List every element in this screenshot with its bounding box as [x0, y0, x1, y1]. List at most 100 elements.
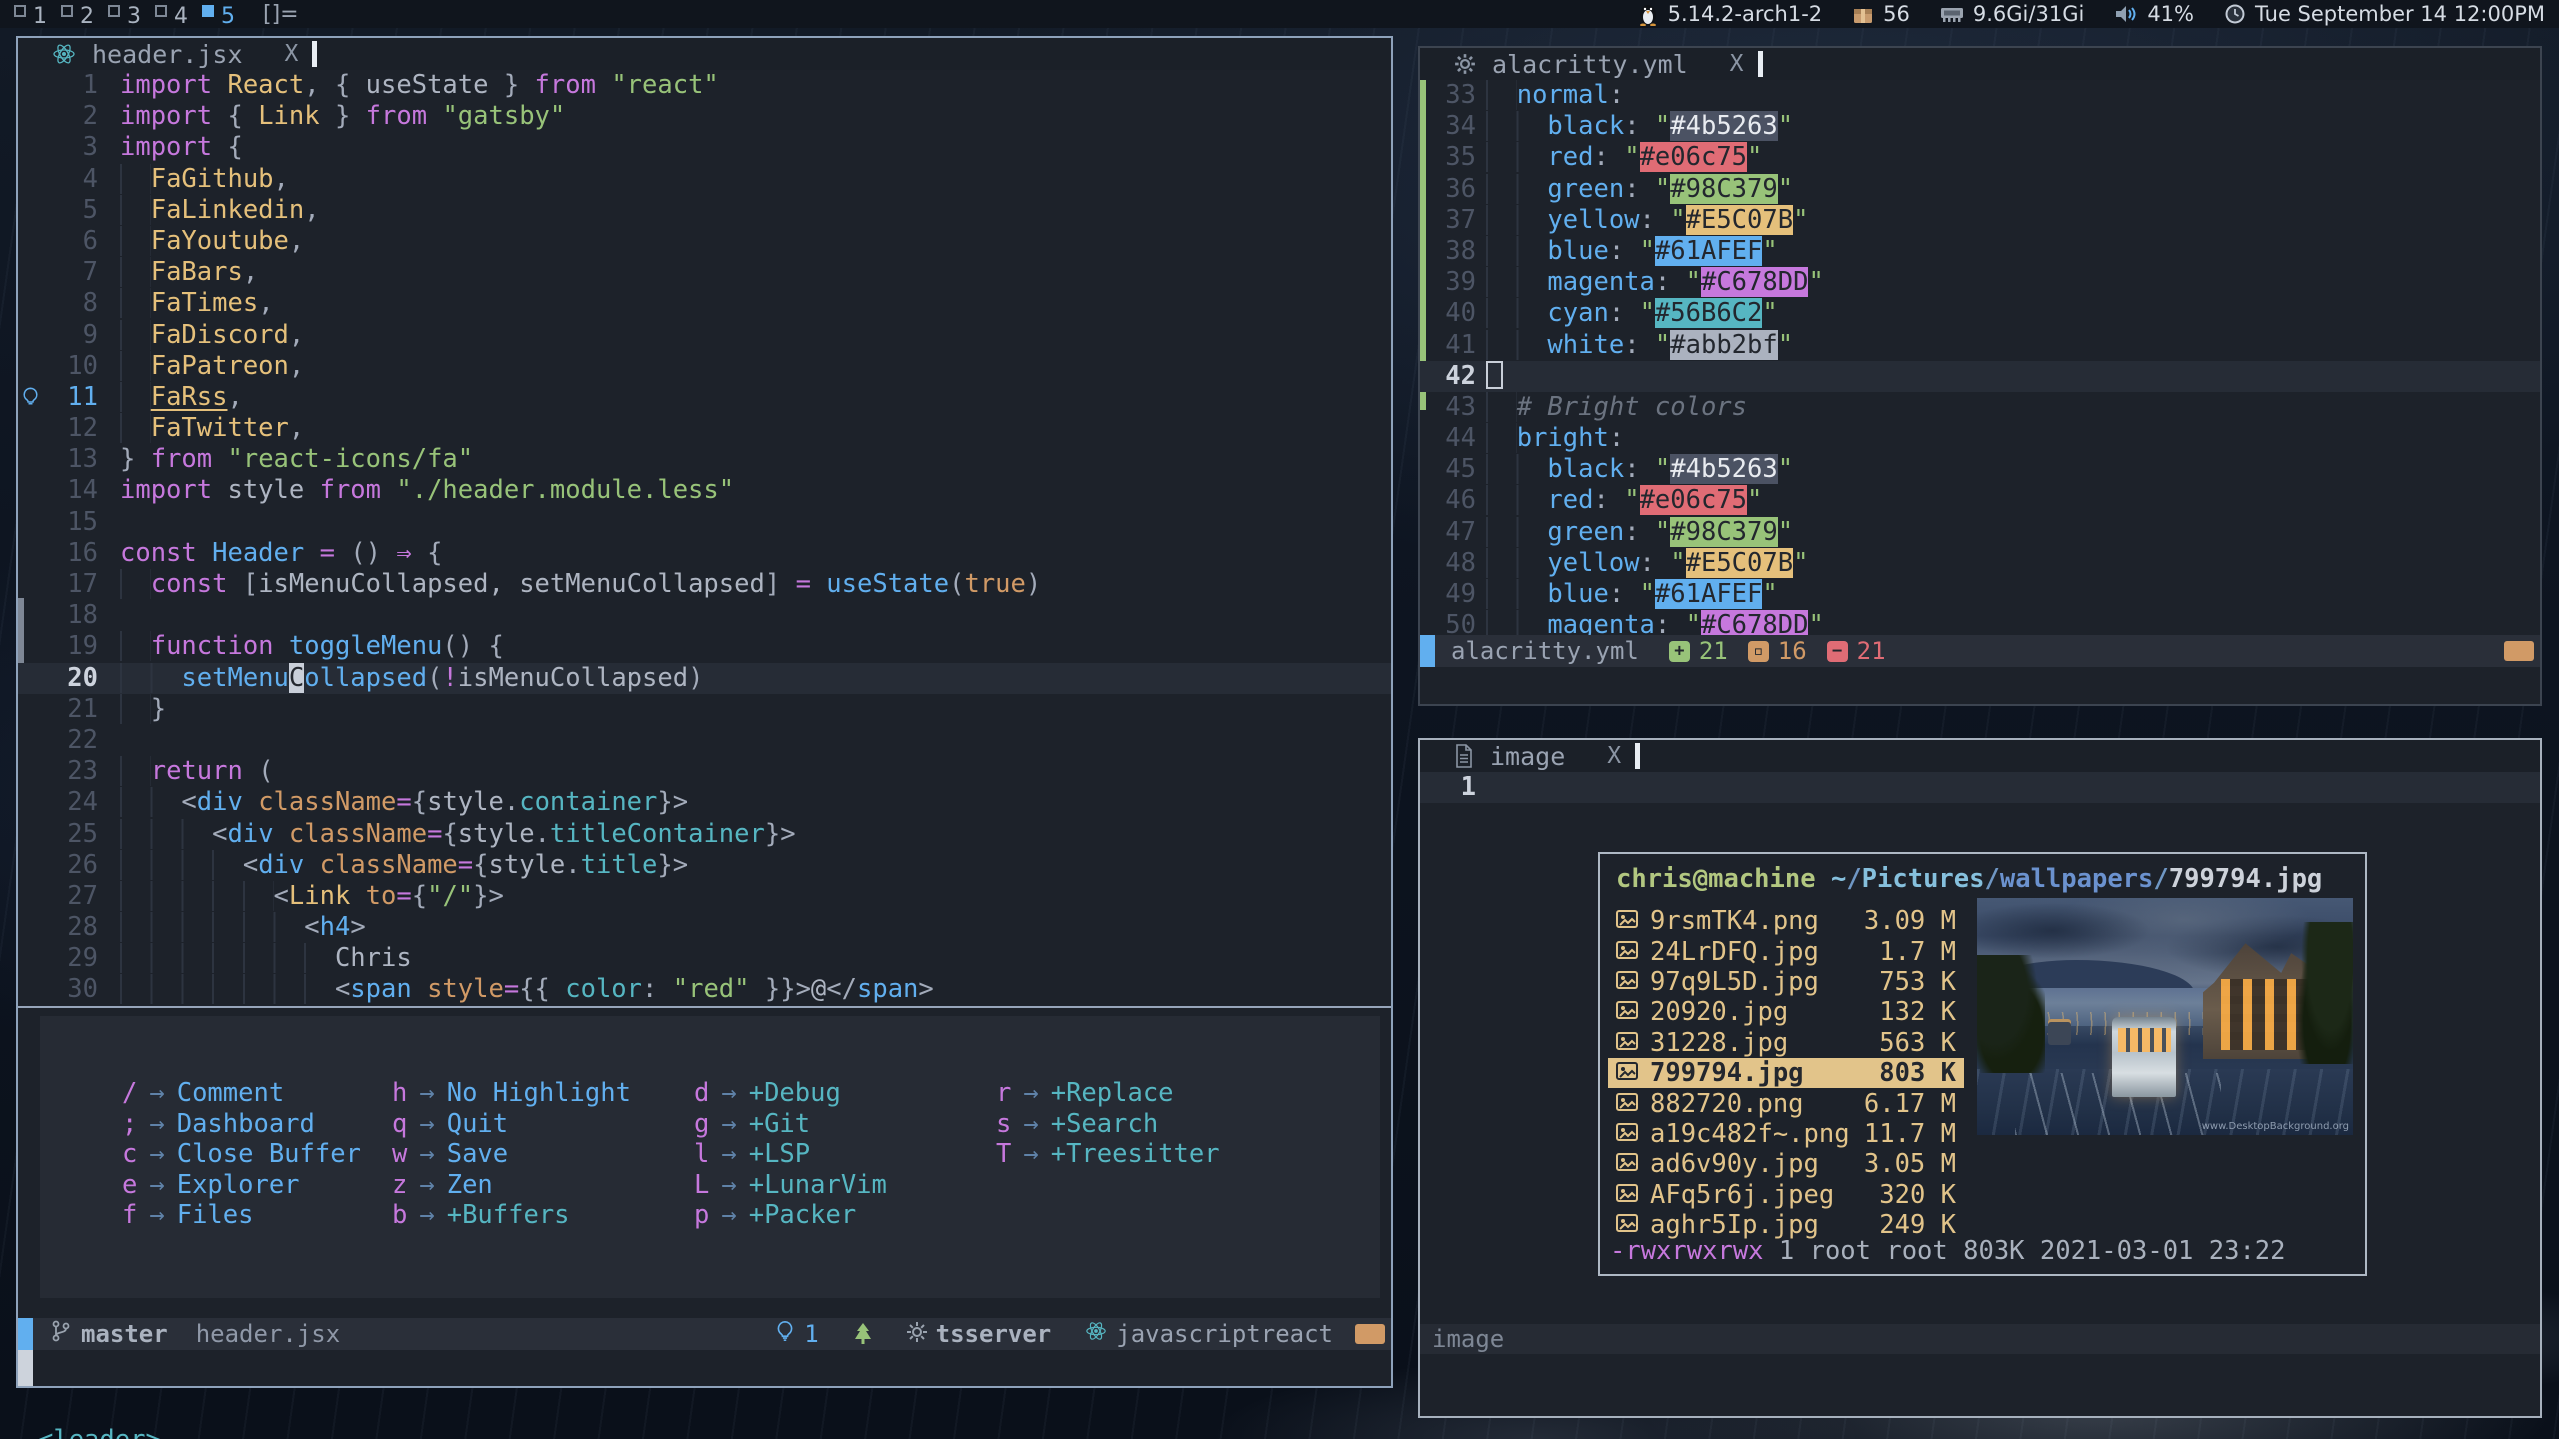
whichkey-binding--lunarvim[interactable]: L→+LunarVim [694, 1170, 887, 1201]
path-segment: 799794.jpg [2169, 864, 2323, 894]
whichkey-binding-save[interactable]: w→Save [392, 1139, 631, 1170]
line-number: 25 [42, 819, 98, 850]
code-line: 43 # Bright colors [1420, 392, 2540, 423]
file-row-20920.jpg[interactable]: 20920.jpg132 K [1608, 997, 1964, 1027]
whichkey-binding-zen[interactable]: z→Zen [392, 1170, 631, 1201]
close-icon[interactable]: X [1730, 51, 1744, 77]
sign-column [18, 101, 42, 132]
line-number: 2 [42, 101, 98, 132]
file-row-ad6v90y.jpg[interactable]: ad6v90y.jpg3.05 M [1608, 1149, 1964, 1179]
tab-image[interactable]: image X [1420, 740, 1635, 772]
editor-window-headerjsx[interactable]: header.jsx X 1import React, { useState }… [16, 36, 1393, 1388]
whichkey-binding-close-buffer[interactable]: c→Close Buffer [122, 1139, 361, 1170]
color-swatch: #4b5263 [1670, 454, 1777, 484]
sign-column [18, 475, 42, 506]
code-text: function toggleMenu() { [120, 631, 504, 662]
file-row-AFq5r6j.jpeg[interactable]: AFq5r6j.jpeg320 K [1608, 1180, 1964, 1210]
whichkey-binding--lsp[interactable]: l→+LSP [694, 1139, 887, 1170]
code-line: 8 FaTimes, [18, 288, 1391, 319]
workspace-button-3[interactable]: 3 [108, 4, 141, 30]
tab-label: alacritty.yml [1492, 50, 1688, 79]
code-text: FaTimes, [120, 288, 274, 319]
whichkey-binding--packer[interactable]: p→+Packer [694, 1200, 887, 1231]
whichkey-binding--buffers[interactable]: b→+Buffers [392, 1200, 631, 1231]
code-text: } from "react-icons/fa" [120, 444, 473, 475]
code-line: 13} from "react-icons/fa" [18, 444, 1391, 475]
arrow-icon: → [1011, 1109, 1050, 1139]
color-swatch: #98C379 [1670, 174, 1777, 204]
code-line: 5 FaLinkedin, [18, 195, 1391, 226]
workspace-indicator-icon [108, 5, 120, 17]
code-line: 45 black: "#4b5263" [1420, 454, 2540, 485]
code-text: setMenuCollapsed(!isMenuCollapsed) [120, 663, 703, 694]
code-area[interactable]: 1 [1420, 772, 2540, 803]
statusline-filename: header.jsx [196, 1320, 341, 1348]
code-line: 39 magenta: "#C678DD" [1420, 267, 2540, 298]
code-line: 20 setMenuCollapsed(!isMenuCollapsed) [18, 663, 1391, 694]
penguin-icon [1637, 2, 1659, 26]
whichkey-binding-quit[interactable]: q→Quit [392, 1109, 631, 1140]
file-row-31228.jpg[interactable]: 31228.jpg563 K [1608, 1028, 1964, 1058]
tab-caret [1635, 743, 1640, 769]
sign-column [18, 756, 42, 787]
sign-column [18, 912, 42, 943]
code-text: import style from "./header.module.less" [120, 475, 734, 506]
sign-column [18, 351, 42, 382]
whichkey-binding--treesitter[interactable]: T→+Treesitter [996, 1139, 1220, 1170]
code-line: 40 cyan: "#56B6C2" [1420, 298, 2540, 329]
code-text: bright: [1486, 423, 1624, 454]
file-row-882720.png[interactable]: 882720.png6.17 M [1608, 1088, 1964, 1118]
code-area[interactable]: 1import React, { useState } from "react"… [18, 70, 1391, 1006]
color-swatch: #61AFEF [1655, 236, 1762, 266]
color-swatch: #56B6C2 [1655, 298, 1762, 328]
whichkey-binding--search[interactable]: s→+Search [996, 1109, 1220, 1140]
editor-window-alacritty[interactable]: alacritty.yml X 33 normal:34 black: "#4b… [1418, 46, 2542, 706]
arrow-icon: → [407, 1200, 446, 1230]
code-text: black: "#4b5263" [1486, 111, 1793, 142]
speaker-icon [2114, 3, 2138, 25]
file-row-24LrDFQ.jpg[interactable]: 24LrDFQ.jpg1.7 M [1608, 936, 1964, 966]
statusline: master header.jsx 1 tsserver javascriptr… [18, 1318, 1391, 1350]
line-number: 20 [42, 663, 98, 694]
tab-headerjsx[interactable]: header.jsx X [18, 38, 312, 70]
image-preview-window[interactable]: image X 1 chris@machine ~/Pictures/wallp… [1418, 738, 2542, 1418]
file-row-799794.jpg[interactable]: 799794.jpg803 K [1608, 1058, 1964, 1088]
line-number: 18 [42, 600, 98, 631]
whichkey-binding--replace[interactable]: r→+Replace [996, 1078, 1220, 1109]
whichkey-binding-comment[interactable]: /→Comment [122, 1078, 361, 1109]
file-row-a19c482f~.png[interactable]: a19c482f~.png11.7 M [1608, 1119, 1964, 1149]
command-line[interactable]: <leader> <esc> close <bs> go up one leve… [18, 1350, 1391, 1386]
workspace-button-5[interactable]: 5 [202, 4, 235, 30]
whichkey-binding--debug[interactable]: d→+Debug [694, 1078, 887, 1109]
whichkey-binding-dashboard[interactable]: ;→Dashboard [122, 1109, 361, 1140]
line-number: 48 [1426, 548, 1476, 579]
line-number: 3 [42, 132, 98, 163]
workspace-indicator-icon [14, 5, 26, 17]
workspace-switcher: 12345 [0, 0, 235, 30]
whichkey-binding-no-highlight[interactable]: h→No Highlight [392, 1078, 631, 1109]
whichkey-binding--git[interactable]: g→+Git [694, 1109, 887, 1140]
file-list[interactable]: 9rsmTK4.png3.09 M24LrDFQ.jpg1.7 M97q9L5D… [1608, 906, 1964, 1240]
close-icon[interactable]: X [1607, 743, 1621, 769]
git-branch-icon [51, 1319, 71, 1349]
whichkey-binding-files[interactable]: f→Files [122, 1200, 361, 1231]
workspace-button-1[interactable]: 1 [14, 4, 47, 30]
line-number: 24 [42, 787, 98, 818]
code-line: 2import { Link } from "gatsby" [18, 101, 1391, 132]
line-number: 23 [42, 756, 98, 787]
file-row-97q9L5D.jpg[interactable]: 97q9L5D.jpg753 K [1608, 967, 1964, 997]
arrow-icon: → [709, 1109, 748, 1139]
close-icon[interactable]: X [285, 41, 299, 67]
arrow-icon: → [137, 1139, 176, 1169]
code-text: Chris [120, 943, 412, 974]
whichkey-binding-explorer[interactable]: e→Explorer [122, 1170, 361, 1201]
kernel-version: 5.14.2-arch1-2 [1668, 2, 1823, 26]
code-area[interactable]: 33 normal:34 black: "#4b5263"35 red: "#e… [1420, 80, 2540, 641]
workspace-button-2[interactable]: 2 [61, 4, 94, 30]
path-segment: / [1846, 864, 1861, 894]
tab-alacritty[interactable]: alacritty.yml X [1420, 48, 1758, 80]
workspace-button-4[interactable]: 4 [155, 4, 188, 30]
file-row-9rsmTK4.png[interactable]: 9rsmTK4.png3.09 M [1608, 906, 1964, 936]
gear-icon [907, 1320, 927, 1348]
code-text: <div className={style.container}> [120, 787, 688, 818]
